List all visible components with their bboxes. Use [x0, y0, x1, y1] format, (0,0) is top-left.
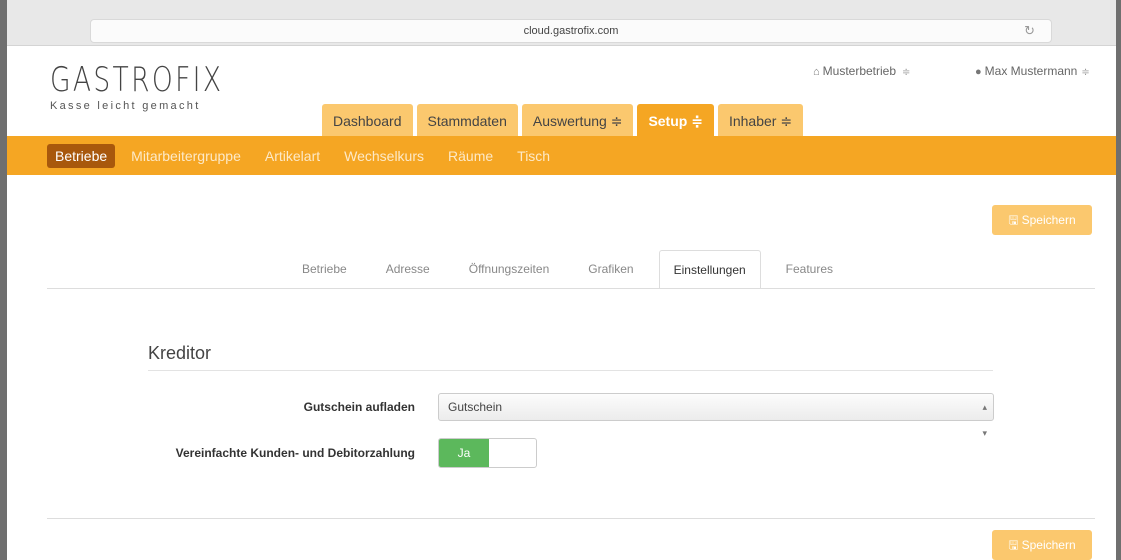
tabs-divider	[47, 288, 1095, 289]
business-name: Musterbetrieb	[822, 64, 897, 78]
sub-navigation: Betriebe Mitarbeitergruppe Artikelart We…	[7, 136, 1116, 175]
save-label: Speichern	[1021, 538, 1076, 552]
tab-features[interactable]: Features	[772, 250, 847, 289]
voucher-label: Gutschein aufladen	[303, 400, 415, 414]
section-title: Kreditor	[148, 343, 212, 363]
save-button-top[interactable]: 🖫 Speichern	[992, 205, 1092, 235]
simplified-payment-label: Vereinfachte Kunden- und Debitorzahlung	[175, 446, 415, 460]
subnav-wechselkurs[interactable]: Wechselkurs	[336, 144, 432, 168]
user-menu[interactable]: ● Max Mustermann ≑	[975, 64, 1090, 78]
business-selector[interactable]: ⌂ Musterbetrieb ≑	[813, 64, 910, 78]
main-tabs: Dashboard Stammdaten Auswertung ≑ Setup …	[322, 104, 804, 136]
subnav-tisch[interactable]: Tisch	[509, 144, 558, 168]
voucher-value: Gutschein	[448, 400, 503, 414]
floppy-disk-icon: 🖫	[1008, 538, 1019, 552]
home-icon: ⌂	[813, 66, 820, 78]
tab-inhaber[interactable]: Inhaber ≑	[717, 104, 804, 136]
select-arrows-icon: ▴ ▾	[982, 402, 987, 438]
subnav-raeume[interactable]: Räume	[440, 144, 501, 168]
address-bar[interactable]: cloud.gastrofix.com ↻	[90, 19, 1052, 43]
url-text: cloud.gastrofix.com	[523, 25, 619, 37]
brand-logo[interactable]: GASTROFIX Kasse leicht gemacht	[50, 62, 272, 112]
browser-toolbar: cloud.gastrofix.com ↻	[0, 0, 1121, 46]
window-frame-left	[0, 0, 7, 560]
brand-name: GASTROFIX	[50, 60, 224, 100]
tab-einstellungen[interactable]: Einstellungen	[658, 250, 761, 289]
subnav-mitarbeitergruppe[interactable]: Mitarbeitergruppe	[123, 144, 249, 168]
subnav-betriebe[interactable]: Betriebe	[47, 144, 116, 168]
tab-setup[interactable]: Setup ≑	[637, 104, 714, 136]
sort-caret-icon: ≑	[1081, 67, 1090, 78]
user-name: Max Mustermann	[984, 64, 1078, 78]
tab-dashboard[interactable]: Dashboard	[322, 104, 413, 136]
form-divider	[47, 518, 1095, 519]
reload-icon[interactable]: ↻	[1024, 20, 1035, 42]
floppy-disk-icon: 🖫	[1008, 213, 1019, 227]
user-icon: ●	[975, 66, 982, 78]
tab-grafiken[interactable]: Grafiken	[574, 250, 647, 289]
subnav-artikelart[interactable]: Artikelart	[257, 144, 328, 168]
save-label: Speichern	[1021, 213, 1076, 227]
tab-stammdaten[interactable]: Stammdaten	[416, 104, 518, 136]
section-tabs: Betriebe Adresse Öffnungszeiten Grafiken…	[288, 250, 858, 289]
section-divider	[148, 370, 993, 371]
voucher-select[interactable]: Gutschein ▴ ▾	[438, 393, 994, 438]
brand-tagline: Kasse leicht gemacht	[50, 100, 201, 112]
tab-auswertung[interactable]: Auswertung ≑	[521, 104, 634, 136]
simplified-payment-toggle[interactable]: Ja	[438, 438, 537, 468]
window-frame-right	[1116, 0, 1121, 560]
toggle-on-label: Ja	[439, 439, 489, 467]
tab-oeffnungszeiten[interactable]: Öffnungszeiten	[455, 250, 564, 289]
tab-betriebe[interactable]: Betriebe	[288, 250, 361, 289]
tab-adresse[interactable]: Adresse	[372, 250, 444, 289]
sort-caret-icon: ≑	[902, 67, 911, 78]
save-button-bottom[interactable]: 🖫 Speichern	[992, 530, 1092, 560]
